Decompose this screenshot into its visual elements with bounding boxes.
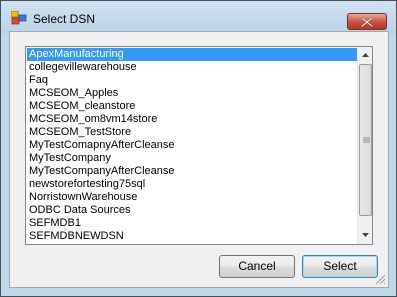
dsn-list-item[interactable]: SEFMDBNEWDSN [27,230,358,243]
dsn-list-item[interactable]: MCSEOM_TestStore [27,126,358,139]
app-icon [10,10,27,25]
grip-icon [363,137,370,143]
dsn-list-item[interactable]: NorristownWarehouse [27,191,358,204]
dsn-list-item[interactable]: SEFMDB1 [27,217,358,230]
dsn-list-item[interactable]: MCSEOM_Apples [27,87,358,100]
dsn-list-item[interactable]: MyTestCompany [27,152,358,165]
cancel-button[interactable]: Cancel [219,255,295,278]
window-title: Select DSN [33,12,96,26]
dsn-list-item[interactable]: MCSEOM_om8vm14store [27,113,358,126]
dsn-list-item[interactable]: MCSEOM_cleanstore [27,100,358,113]
dsn-list-item[interactable]: ApexManufacturing [27,48,358,61]
dsn-list-item[interactable]: collegevillewarehouse [27,61,358,74]
select-button[interactable]: Select [302,255,378,278]
scroll-down-button[interactable] [358,228,372,243]
dsn-list-item[interactable]: Faq [27,74,358,87]
resize-grip-icon[interactable] [374,273,386,285]
scroll-up-button[interactable] [358,48,372,63]
dsn-listbox[interactable]: ApexManufacturingcollegevillewarehouseFa… [25,46,373,245]
chevron-down-icon [362,233,369,237]
dsn-list-item[interactable]: newstorefortesting75sql [27,178,358,191]
title-bar[interactable]: Select DSN [1,1,396,35]
select-dsn-window: Select DSN ApexManufacturingcollegeville… [0,0,397,297]
chevron-up-icon [362,53,369,57]
dialog-client-area: ApexManufacturingcollegevillewarehouseFa… [9,31,389,288]
vertical-scrollbar[interactable] [357,47,372,244]
dsn-list-item[interactable]: MyTestCompanyAfterCleanse [27,165,358,178]
dsn-list-item[interactable]: MyTestComapnyAfterCleanse [27,139,358,152]
scroll-thumb[interactable] [359,64,372,216]
dsn-list-item[interactable]: ODBC Data Sources [27,204,358,217]
dsn-list: ApexManufacturingcollegevillewarehouseFa… [27,48,358,243]
close-button[interactable] [347,13,387,30]
close-icon [361,17,373,27]
